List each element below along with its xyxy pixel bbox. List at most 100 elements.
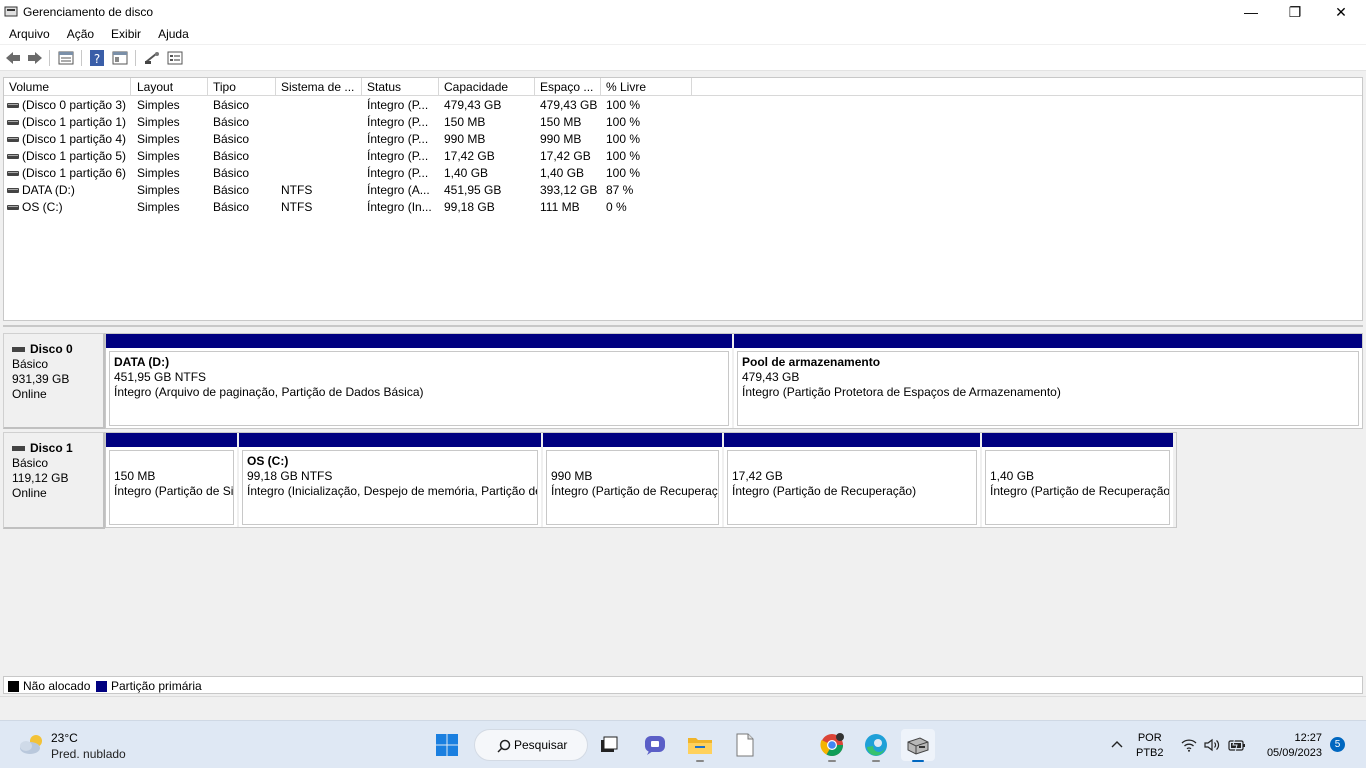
partition-disk1-p1[interactable]: 150 MB Íntegro (Partição de Si: [106, 433, 237, 527]
menu-bar: Arquivo Ação Exibir Ajuda: [0, 24, 1366, 44]
battery-icon[interactable]: [1228, 738, 1246, 752]
disk-0-label[interactable]: Disco 0 Básico 931,39 GB Online: [3, 333, 105, 429]
cell-tipo: Básico: [213, 98, 250, 112]
chevron-up-icon[interactable]: [1110, 739, 1124, 749]
weather-description[interactable]: Pred. nublado: [51, 747, 126, 761]
column-header-espaco[interactable]: Espaço ...: [535, 78, 601, 96]
volume-row[interactable]: (Disco 1 partição 1) Simples Básico Íntegro…: [4, 114, 704, 131]
details-icon[interactable]: [111, 49, 129, 67]
partition-status: Íntegro (Partição de Si: [114, 484, 234, 498]
volume-row[interactable]: (Disco 1 partição 5) Simples Básico Íntegro…: [4, 148, 704, 165]
partition-status: Íntegro (Inicialização, Despejo de memór…: [247, 484, 538, 498]
start-button[interactable]: [430, 729, 464, 761]
disk-1-size: 119,12 GB: [12, 471, 69, 485]
menu-ajuda[interactable]: Ajuda: [149, 24, 197, 44]
partition-data-d[interactable]: DATA (D:) 451,95 GB NTFS Íntegro (Arquiv…: [106, 334, 732, 428]
partition-disk1-p4[interactable]: 990 MB Íntegro (Partição de Recuperaç: [543, 433, 722, 527]
partition-title: DATA (D:): [114, 355, 170, 369]
close-button[interactable]: ✕: [1318, 0, 1364, 24]
cell-tipo: Básico: [213, 166, 250, 180]
menu-acao[interactable]: Ação: [58, 24, 102, 44]
primary-partition-bar: [734, 334, 1362, 348]
column-header-livre[interactable]: % Livre: [601, 78, 692, 96]
legend-item-primary: Partição primária: [96, 679, 202, 693]
edge-button[interactable]: [859, 729, 893, 762]
column-header-status[interactable]: Status: [362, 78, 439, 96]
volume-row[interactable]: (Disco 1 partição 6) Simples Básico Íntegro…: [4, 165, 704, 182]
edge-icon: [865, 734, 887, 756]
cell-layout: Simples: [137, 115, 180, 129]
cell-capacidade: 150 MB: [444, 115, 486, 129]
partition-os-c[interactable]: OS (C:) 99,18 GB NTFS Íntegro (Inicializ…: [239, 433, 541, 527]
teams-chat-button[interactable]: [638, 729, 672, 761]
cell-capacidade: 99,18 GB: [444, 200, 495, 214]
running-indicator: [828, 760, 836, 762]
forward-icon[interactable]: [26, 49, 44, 67]
volume-list-header: Volume Layout Tipo Sistema de ... Status…: [4, 78, 1362, 96]
volume-row[interactable]: DATA (D:) Simples Básico NTFS Íntegro (A... 4…: [4, 182, 704, 199]
running-indicator: [696, 760, 704, 762]
column-header-sistema[interactable]: Sistema de ...: [276, 78, 362, 96]
back-icon[interactable]: [4, 49, 22, 67]
volume-row[interactable]: OS (C:) Simples Básico NTFS Íntegro (In... 99…: [4, 199, 704, 216]
column-header-volume[interactable]: Volume: [4, 78, 131, 96]
notepad-button[interactable]: [728, 729, 762, 761]
volume-row[interactable]: (Disco 1 partição 4) Simples Básico Íntegro…: [4, 131, 704, 148]
cell-layout: Simples: [137, 166, 180, 180]
help-icon[interactable]: ?: [88, 49, 106, 67]
input-language[interactable]: POR PTB2: [1136, 731, 1164, 761]
system-clock[interactable]: 12:27 05/09/2023: [1258, 731, 1322, 761]
keyboard-layout: PTB2: [1136, 747, 1164, 759]
weather-temperature[interactable]: 23°C: [51, 731, 78, 745]
primary-partition-bar: [106, 433, 237, 447]
cell-livre: 100 %: [606, 132, 641, 146]
properties-list-icon[interactable]: [57, 49, 75, 67]
connect-icon[interactable]: [143, 49, 161, 67]
disk-management-icon: [907, 737, 929, 755]
disk-settings-icon[interactable]: [166, 49, 184, 67]
partition-disk1-p6[interactable]: 1,40 GB Íntegro (Partição de Recuperação…: [982, 433, 1173, 527]
taskbar: 23°C Pred. nublado Pesquisar POR PTB2 12…: [0, 720, 1366, 768]
partly-cloudy-icon[interactable]: [18, 733, 46, 755]
disk-management-taskbar-button[interactable]: [901, 729, 935, 762]
partition-title: [551, 454, 718, 469]
clock-time: 12:27: [1294, 732, 1322, 744]
task-view-button[interactable]: [592, 729, 626, 761]
taskbar-search[interactable]: Pesquisar: [474, 729, 588, 761]
legend-item-unallocated: Não alocado: [8, 679, 90, 693]
menu-arquivo[interactable]: Arquivo: [0, 24, 58, 44]
chrome-button[interactable]: [815, 729, 849, 762]
cell-capacidade: 17,42 GB: [444, 149, 495, 163]
partition-status: Íntegro (Partição de Recuperaç: [551, 484, 718, 498]
partition-size: 451,95 GB NTFS: [114, 370, 207, 384]
disk-management-app-icon: [4, 6, 18, 17]
wifi-icon[interactable]: [1181, 738, 1197, 752]
menu-exibir[interactable]: Exibir: [102, 24, 149, 44]
notification-badge[interactable]: 5: [1330, 737, 1345, 752]
maximize-button[interactable]: ❐: [1272, 0, 1318, 24]
cell-layout: Simples: [137, 132, 180, 146]
column-header-layout[interactable]: Layout: [132, 78, 208, 96]
pane-splitter[interactable]: [3, 321, 1363, 327]
cell-volume: (Disco 1 partição 6): [22, 166, 127, 180]
column-header-capacidade[interactable]: Capacidade: [439, 78, 535, 96]
cell-volume: OS (C:): [22, 200, 63, 214]
column-header-tipo[interactable]: Tipo: [208, 78, 276, 96]
cell-tipo: Básico: [213, 132, 250, 146]
cell-capacidade: 479,43 GB: [444, 98, 502, 112]
primary-partition-bar: [543, 433, 722, 447]
volume-row[interactable]: (Disco 0 partição 3) Simples Básico Íntegro…: [4, 97, 704, 114]
disk-1-label[interactable]: Disco 1 Básico 119,12 GB Online: [3, 432, 105, 529]
toolbar-separator: [49, 50, 50, 66]
chrome-icon: [820, 733, 844, 756]
disk-1-name: Disco 1: [12, 441, 103, 456]
partition-storage-pool[interactable]: Pool de armazenamento 479,43 GB Íntegro …: [734, 334, 1362, 428]
volume-icon[interactable]: [1204, 738, 1220, 752]
partition-disk1-p5[interactable]: 17,42 GB Íntegro (Partição de Recuperaçã…: [724, 433, 980, 527]
disk-1-partitions: 150 MB Íntegro (Partição de Si OS (C:) 9…: [105, 432, 1177, 528]
file-explorer-button[interactable]: [683, 729, 717, 762]
volume-icon: [7, 154, 19, 159]
notepad-icon: [736, 733, 754, 757]
minimize-button[interactable]: —: [1228, 0, 1274, 24]
volume-icon: [7, 120, 19, 125]
